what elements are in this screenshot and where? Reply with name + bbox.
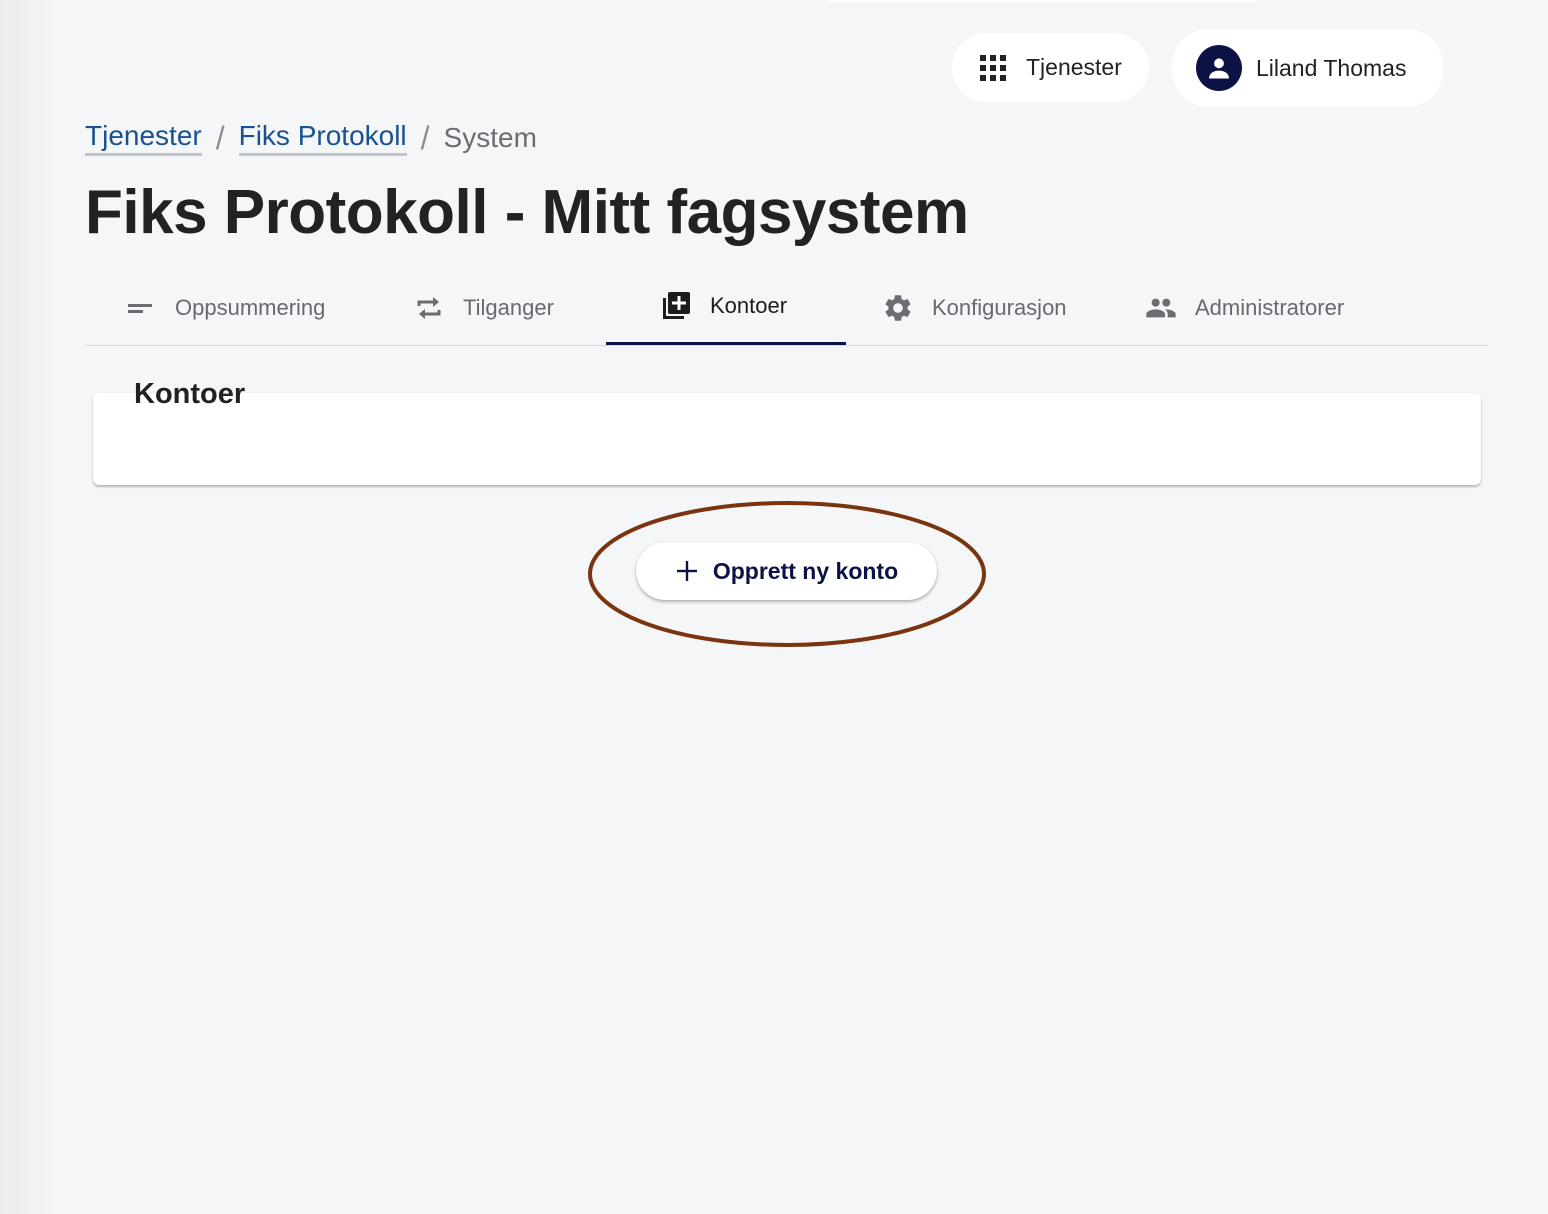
accounts-card-title: Kontoer — [134, 378, 246, 410]
repeat-icon — [417, 296, 441, 319]
tab-label: Tilganger — [463, 294, 554, 320]
page-title: Fiks Protokoll - Mitt fagsystem — [85, 178, 969, 247]
tab-tilganger[interactable]: Tilganger — [413, 270, 554, 345]
breadcrumb-separator: / — [420, 119, 430, 156]
tab-konfigurasjon[interactable]: Konfigurasjon — [882, 270, 1067, 345]
create-account-button[interactable]: Opprett ny konto — [636, 542, 937, 600]
tab-label: Kontoer — [710, 293, 788, 318]
avatar — [1196, 45, 1242, 91]
short-text-icon — [128, 303, 152, 313]
services-menu-label: Tjenester — [1026, 54, 1122, 80]
user-name: Liland Thomas — [1256, 54, 1407, 81]
top-strip — [828, 0, 1258, 2]
library-add-icon — [663, 292, 690, 319]
services-menu-button[interactable]: Tjenester — [952, 33, 1149, 102]
tab-oppsummering[interactable]: Oppsummering — [125, 270, 325, 345]
breadcrumb-link-tjenester[interactable]: Tjenester — [85, 120, 202, 156]
tab-bar: Oppsummering Tilganger Kontoer Konfigura… — [85, 270, 1488, 346]
background-edge — [0, 0, 60, 1214]
tab-label: Oppsummering — [175, 294, 326, 320]
breadcrumb-link-fiks-protokoll[interactable]: Fiks Protokoll — [238, 120, 407, 156]
tab-label: Konfigurasjon — [932, 294, 1067, 320]
breadcrumb-current: System — [443, 122, 537, 153]
tab-kontoer[interactable]: Kontoer — [606, 270, 846, 345]
plus-icon — [676, 561, 697, 581]
accounts-card — [93, 393, 1481, 485]
create-account-label: Opprett ny konto — [712, 557, 899, 584]
breadcrumb: Tjenester / Fiks Protokoll / System — [85, 118, 537, 158]
user-menu-button[interactable]: Liland Thomas — [1172, 29, 1443, 107]
person-icon — [1209, 58, 1229, 79]
apps-grid-icon — [980, 54, 1006, 81]
tab-label: Administratorer — [1195, 294, 1345, 320]
gear-icon — [885, 294, 911, 321]
breadcrumb-separator: / — [215, 119, 225, 156]
people-icon — [1146, 298, 1176, 317]
tab-administratorer[interactable]: Administratorer — [1145, 270, 1344, 345]
